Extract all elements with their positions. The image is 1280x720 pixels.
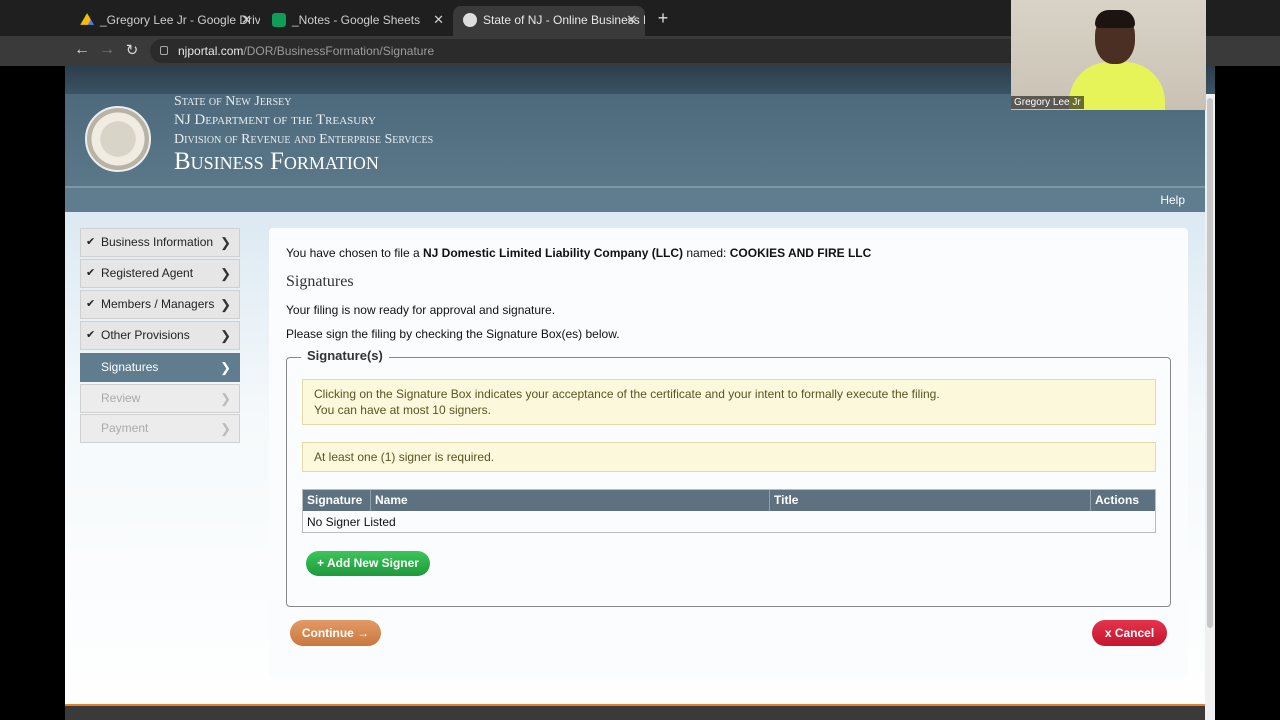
checkmark-icon: ✔ [86, 329, 96, 341]
main-panel: You have chosen to file a NJ Domestic Li… [269, 228, 1188, 678]
help-bar: Help [65, 186, 1215, 212]
nj-portal-icon [463, 13, 477, 27]
nj-state-seal-icon [85, 106, 151, 172]
checkmark-icon: ✔ [86, 236, 96, 248]
signatures-fieldset: Clicking on the Signature Box indicates … [286, 357, 1171, 607]
column-header-actions: Actions [1095, 493, 1140, 507]
close-tab-icon[interactable]: ✕ [241, 6, 252, 34]
url-input[interactable]: njportal.com/DOR/BusinessFormation/Signa… [150, 39, 1030, 63]
google-sheets-icon [272, 13, 286, 27]
tab-nj-portal[interactable]: State of NJ - Online Business Formation … [453, 6, 645, 36]
sidebar-item-business-information[interactable]: ✔ Business Information ❯ [80, 228, 240, 257]
page-footer [65, 704, 1215, 720]
column-header-signature: Signature [303, 490, 371, 511]
page-title: Business Formation [174, 148, 379, 175]
url-path: /DOR/BusinessFormation/Signature [243, 44, 435, 58]
google-drive-icon [80, 13, 94, 25]
sidebar-item-members-managers[interactable]: ✔ Members / Managers ❯ [80, 290, 240, 319]
table-header: Signature Name Title Actions [303, 490, 1155, 511]
header-division: Division of Revenue and Enterprise Servi… [174, 132, 434, 147]
signers-table: Signature Name Title Actions No Signer L… [302, 489, 1156, 533]
signer-required-note: At least one (1) signer is required. [302, 442, 1156, 472]
ready-text: Your filing is now ready for approval an… [286, 303, 556, 317]
lock-icon [160, 46, 168, 55]
scrollbar-thumb[interactable] [1207, 98, 1213, 628]
close-tab-icon[interactable]: ✕ [433, 6, 444, 34]
back-icon[interactable]: ← [72, 41, 92, 59]
continue-button[interactable]: Continue → [290, 620, 381, 646]
tab-google-sheets[interactable]: _Notes - Google Sheets ✕ [262, 6, 452, 36]
page-scrollbar[interactable] [1205, 94, 1215, 720]
fieldset-legend: Signature(s) [301, 348, 389, 363]
chevron-right-icon: ❯ [220, 421, 231, 436]
close-tab-icon[interactable]: ✕ [626, 6, 637, 34]
webcam-name-label: Gregory Lee Jr [1011, 96, 1084, 109]
entity-type: NJ Domestic Limited Liability Company (L… [423, 246, 684, 260]
chevron-right-icon: ❯ [220, 297, 231, 312]
entity-name: COOKIES AND FIRE LLC [729, 246, 872, 260]
header-department: NJ Department of the Treasury [174, 112, 376, 128]
web-page: State of New Jersey NJ Department of the… [65, 66, 1215, 720]
forward-icon[interactable]: → [97, 41, 117, 59]
add-new-signer-button[interactable]: + Add New Signer [306, 551, 430, 576]
help-link[interactable]: Help [1160, 193, 1185, 207]
url-host: njportal.com [178, 44, 244, 58]
chevron-right-icon: ❯ [220, 391, 231, 406]
sidebar-item-registered-agent[interactable]: ✔ Registered Agent ❯ [80, 259, 240, 288]
column-header-name: Name [371, 490, 770, 511]
filing-summary: You have chosen to file a NJ Domestic Li… [286, 246, 872, 260]
signature-info-note: Clicking on the Signature Box indicates … [302, 379, 1156, 425]
sidebar-item-payment: Payment ❯ [80, 414, 240, 443]
section-title: Signatures [286, 273, 354, 290]
reload-icon[interactable]: ↻ [122, 41, 142, 59]
cancel-button[interactable]: x Cancel [1092, 620, 1167, 646]
sidebar-item-other-provisions[interactable]: ✔ Other Provisions ❯ [80, 321, 240, 350]
sidebar-item-signatures[interactable]: Signatures ❯ [80, 353, 240, 382]
chevron-right-icon: ❯ [220, 266, 231, 281]
header-state: State of New Jersey [174, 94, 292, 109]
chevron-right-icon: ❯ [220, 328, 231, 343]
instruction-text: Please sign the filing by checking the S… [286, 327, 620, 341]
new-tab-button[interactable]: + [654, 8, 672, 29]
column-header-title: Title [770, 490, 1091, 511]
webcam-overlay: Gregory Lee Jr [1011, 0, 1206, 110]
chevron-right-icon: ❯ [220, 360, 231, 375]
person-hair [1095, 10, 1135, 28]
empty-table-message: No Signer Listed [307, 515, 396, 529]
tab-google-drive[interactable]: _Gregory Lee Jr - Google Drive ✕ [70, 6, 260, 36]
checkmark-icon: ✔ [86, 298, 96, 310]
chevron-right-icon: ❯ [220, 235, 231, 250]
checkmark-icon: ✔ [86, 267, 96, 279]
sidebar-item-review: Review ❯ [80, 384, 240, 413]
